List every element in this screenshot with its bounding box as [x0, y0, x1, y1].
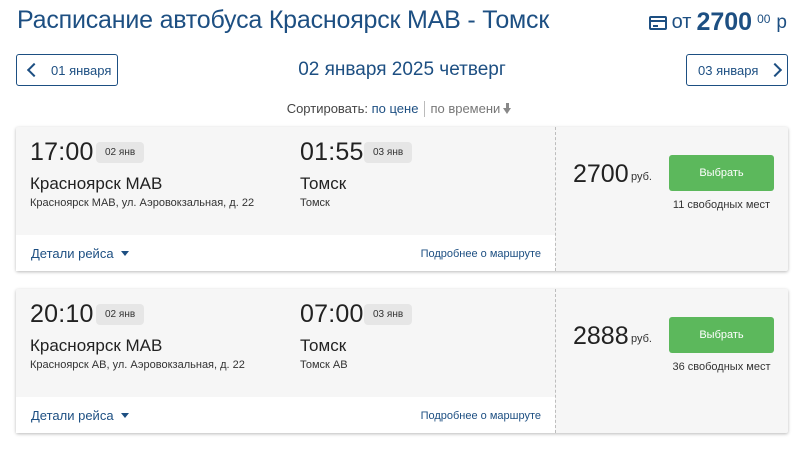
card-divider	[555, 289, 556, 433]
trip-card: 17:00 02 янв Красноярск МАВ Красноярск М…	[16, 127, 788, 271]
arrival-date-badge: 03 янв	[364, 304, 413, 325]
arrival-address: Томск	[300, 197, 330, 209]
price-from-cents: 00	[757, 12, 771, 26]
arrival-city: Томск	[300, 336, 347, 355]
departure-address: Красноярск АВ, ул. Аэровокзальная, д. 22	[30, 359, 245, 371]
arrival-city: Томск	[300, 174, 347, 193]
departure-time: 17:00	[30, 138, 94, 166]
sort-divider	[424, 101, 426, 117]
trip-price-currency: руб.	[631, 171, 652, 183]
current-date: 02 января 2025 четверг	[298, 59, 506, 80]
select-trip-button[interactable]: Выбрать	[669, 155, 774, 191]
select-trip-button[interactable]: Выбрать	[669, 317, 774, 353]
next-date-label: 03 января	[698, 62, 759, 78]
sort-by-price-link[interactable]: по цене	[372, 101, 419, 116]
trip-price: 2888	[573, 322, 629, 350]
trip-price: 2700	[573, 160, 629, 188]
free-seats: 11 свободных мест	[672, 199, 771, 211]
departure-city: Красноярск МАВ	[30, 336, 163, 355]
page-header: Расписание автобуса Красноярск МАВ - Том…	[17, 6, 787, 38]
sort-bar: Сортировать: по цене по времени	[0, 101, 800, 117]
arrival-time: 01:55	[300, 138, 364, 166]
price-from: от 2700 00 р	[648, 8, 787, 37]
card-divider	[555, 127, 556, 271]
departure-date-badge: 02 янв	[96, 142, 145, 163]
departure-address: Красноярск МАВ, ул. Аэровокзальная, д. 2…	[30, 197, 255, 209]
departure-time: 20:10	[30, 300, 94, 328]
trip-details-toggle[interactable]: Детали рейса	[31, 246, 129, 261]
credit-card-icon	[648, 16, 667, 30]
caret-down-icon	[120, 413, 129, 418]
price-from-currency: р	[776, 12, 787, 33]
arrival-date-badge: 03 янв	[364, 142, 413, 163]
page-title: Расписание автобуса Красноярск МАВ - Том…	[17, 6, 550, 34]
next-date-button[interactable]: 03 января	[686, 54, 788, 86]
sort-by-time-link[interactable]: по времени	[430, 101, 513, 116]
prev-date-button[interactable]: 01 января	[16, 54, 118, 86]
trip-details-label: Детали рейса	[31, 246, 114, 261]
chevron-right-icon	[768, 62, 783, 78]
departure-city: Красноярск МАВ	[30, 174, 163, 193]
price-from-value: 2700	[696, 8, 753, 36]
route-details-link[interactable]: Подробнее о маршруте	[421, 248, 541, 260]
arrival-time: 07:00	[300, 300, 364, 328]
arrow-down-icon	[503, 103, 513, 114]
trip-details-toggle[interactable]: Детали рейса	[31, 408, 129, 423]
chevron-left-icon	[26, 62, 42, 78]
departure-date-badge: 02 янв	[96, 304, 145, 325]
trip-card: 20:10 02 янв Красноярск МАВ Красноярск А…	[16, 289, 788, 433]
prev-date-label: 01 января	[51, 62, 112, 78]
route-details-link[interactable]: Подробнее о маршруте	[421, 410, 541, 422]
caret-down-icon	[120, 251, 129, 256]
trip-details-label: Детали рейса	[31, 408, 114, 423]
trip-price-currency: руб.	[631, 333, 652, 345]
sort-by-time-label: по времени	[430, 101, 501, 116]
arrival-address: Томск АВ	[300, 359, 348, 371]
sort-label: Сортировать:	[286, 101, 368, 116]
free-seats: 36 свободных мест	[672, 361, 771, 373]
price-from-label: от	[671, 11, 692, 33]
date-navigation: 01 января 02 января 2025 четверг 03 янва…	[16, 54, 788, 87]
